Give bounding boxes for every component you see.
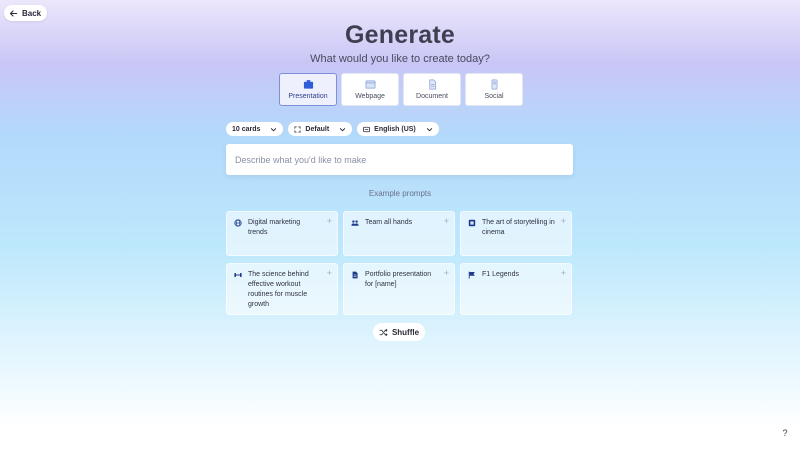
prompt-input[interactable]: Describe what you'd like to make: [226, 144, 573, 175]
social-icon: [491, 79, 497, 90]
example-prompt-card[interactable]: Team all hands +: [343, 211, 455, 256]
language-select[interactable]: English (US): [357, 122, 439, 136]
help-button[interactable]: ?: [776, 424, 794, 442]
chevron-down-icon: [340, 127, 346, 131]
film-icon: [468, 219, 476, 227]
shuffle-icon: [379, 328, 388, 336]
theme-select[interactable]: Default: [288, 122, 353, 136]
document-icon: [428, 79, 436, 90]
example-prompt-text: The art of storytelling in cinema: [482, 219, 555, 236]
plus-icon: +: [326, 216, 332, 226]
help-icon: ?: [782, 428, 788, 438]
example-prompts-grid: Digital marketing trends + Team all hand…: [226, 211, 572, 315]
generation-controls: 10 cards Default English (US): [226, 122, 439, 136]
page-title: Generate: [345, 21, 455, 49]
document-icon: [352, 271, 358, 279]
example-prompts-heading: Example prompts: [368, 189, 432, 198]
chevron-down-icon: [426, 127, 432, 131]
type-presentation[interactable]: Presentation: [279, 73, 337, 106]
arrow-left-icon: [9, 9, 18, 17]
back-button[interactable]: Back: [4, 5, 48, 21]
globe-icon: [234, 219, 242, 227]
content-type-selector: Presentation Webpage Document Social: [279, 73, 523, 106]
people-icon: [351, 220, 359, 226]
plus-icon: +: [443, 216, 449, 226]
card-count-select[interactable]: 10 cards: [226, 122, 284, 136]
example-prompt-card[interactable]: The art of storytelling in cinema +: [460, 211, 572, 256]
presentation-icon: [303, 80, 313, 89]
page-subtitle: What would you like to create today?: [310, 53, 490, 65]
example-prompt-text: Portfolio presentation for [name]: [365, 271, 432, 288]
theme-value: Default: [305, 125, 330, 133]
flag-icon: [468, 271, 475, 279]
type-document[interactable]: Document: [403, 73, 461, 106]
plus-icon: +: [560, 216, 566, 226]
example-prompt-card[interactable]: The science behind effective workout rou…: [226, 263, 338, 315]
language-icon: [363, 126, 371, 132]
back-label: Back: [22, 8, 42, 18]
webpage-icon: [365, 80, 375, 89]
type-label: Webpage: [355, 93, 385, 100]
card-count-value: 10 cards: [232, 125, 261, 133]
example-prompt-card[interactable]: Digital marketing trends +: [226, 211, 338, 256]
example-prompt-card[interactable]: F1 Legends +: [460, 263, 572, 315]
shuffle-label: Shuffle: [391, 327, 420, 337]
language-value: English (US): [374, 125, 416, 133]
type-label: Social: [484, 93, 504, 100]
example-prompt-card[interactable]: Portfolio presentation for [name] +: [343, 263, 455, 315]
plus-icon: +: [443, 268, 449, 278]
example-prompt-text: Team all hands: [365, 219, 413, 226]
dimensions-icon: [294, 125, 301, 133]
example-prompt-text: Digital marketing trends: [248, 219, 301, 236]
chevron-down-icon: [271, 127, 277, 131]
shuffle-button[interactable]: Shuffle: [373, 323, 425, 341]
type-webpage[interactable]: Webpage: [341, 73, 399, 106]
example-prompt-text: F1 Legends: [482, 271, 519, 278]
type-label: Document: [416, 93, 448, 100]
type-label: Presentation: [288, 93, 328, 100]
type-social[interactable]: Social: [465, 73, 523, 106]
dumbbell-icon: [234, 273, 242, 277]
plus-icon: +: [560, 268, 566, 278]
prompt-placeholder: Describe what you'd like to make: [235, 154, 367, 165]
plus-icon: +: [326, 268, 332, 278]
example-prompt-text: The science behind effective workout rou…: [248, 271, 309, 308]
